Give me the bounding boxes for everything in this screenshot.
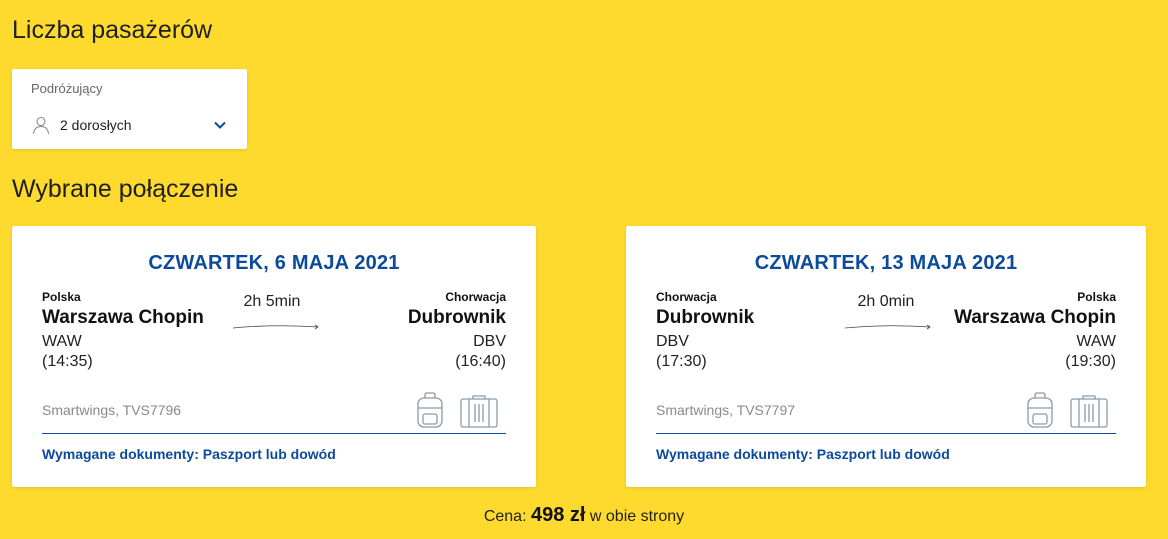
arrival-airport: Dubrownik	[407, 307, 506, 328]
passengers-label: Podróżujący	[31, 81, 103, 96]
departure-country: Polska	[42, 290, 81, 304]
required-documents: Wymagane dokumenty: Paszport lub dowód	[656, 446, 950, 462]
card-divider	[656, 433, 1116, 434]
airline-info: Smartwings, TVS7797	[656, 402, 796, 418]
passengers-dropdown[interactable]: 2 dorosłych	[31, 115, 227, 135]
departure-code: WAW	[42, 333, 82, 350]
arrival-time: (16:40)	[455, 353, 506, 370]
departure-country: Chorwacja	[656, 290, 717, 304]
page: Liczba pasażerów Podróżujący 2 dorosłych…	[0, 0, 1168, 539]
passengers-title: Liczba pasażerów	[12, 16, 213, 44]
required-documents: Wymagane dokumenty: Paszport lub dowód	[42, 446, 336, 462]
arrival-country: Polska	[1077, 290, 1116, 304]
departure-info: Chorwacja Dubrownik DBV (17:30)	[656, 290, 754, 371]
price-summary: Cena: 498 zł w obie strony	[0, 504, 1168, 527]
departure-airport: Warszawa Chopin	[42, 307, 204, 328]
airline-info: Smartwings, TVS7796	[42, 402, 182, 418]
departure-code: DBV	[656, 333, 689, 350]
flight-duration: 2h 5min	[243, 293, 301, 310]
suitcase-icon	[460, 395, 498, 428]
person-icon	[32, 116, 50, 135]
price-suffix: w obie strony	[589, 508, 685, 525]
departure-info: Polska Warszawa Chopin WAW (14:35)	[42, 290, 204, 371]
suitcase-icon	[1070, 395, 1108, 428]
arrival-airport: Warszawa Chopin	[954, 307, 1116, 328]
passengers-selector[interactable]: Podróżujący 2 dorosłych	[12, 69, 247, 149]
departure-time: (14:35)	[42, 353, 93, 370]
flight-arrow-icon	[232, 324, 319, 330]
arrival-info: Chorwacja Dubrownik DBV (16:40)	[408, 290, 506, 371]
backpack-icon	[1027, 392, 1053, 428]
flight-date: CZWARTEK, 6 MAJA 2021	[148, 252, 400, 274]
arrival-code: DBV	[473, 333, 506, 350]
flight-card-return: CZWARTEK, 13 MAJA 2021 Chorwacja Dubrown…	[626, 226, 1146, 487]
baggage-icons	[1026, 392, 1108, 428]
flight-duration: 2h 0min	[857, 293, 915, 310]
departure-time: (17:30)	[656, 353, 707, 370]
baggage-icons	[416, 392, 498, 428]
passengers-value: 2 dorosłych	[60, 117, 132, 133]
chevron-down-icon[interactable]	[213, 118, 227, 132]
arrival-time: (19:30)	[1065, 353, 1116, 370]
flight-date: CZWARTEK, 13 MAJA 2021	[754, 252, 1018, 274]
card-divider	[42, 433, 506, 434]
backpack-icon	[417, 392, 443, 428]
arrival-info: Polska Warszawa Chopin WAW (19:30)	[954, 290, 1116, 371]
arrival-code: WAW	[1076, 333, 1116, 350]
arrival-country: Chorwacja	[445, 290, 506, 304]
departure-airport: Dubrownik	[656, 307, 755, 328]
flight-card-outbound: CZWARTEK, 6 MAJA 2021 Polska Warszawa Ch…	[12, 226, 536, 487]
flight-arrow-icon	[844, 324, 931, 330]
connection-title: Wybrane połączenie	[12, 175, 239, 203]
price-prefix: Cena:	[483, 508, 527, 525]
price-amount: 498 zł	[530, 504, 586, 526]
